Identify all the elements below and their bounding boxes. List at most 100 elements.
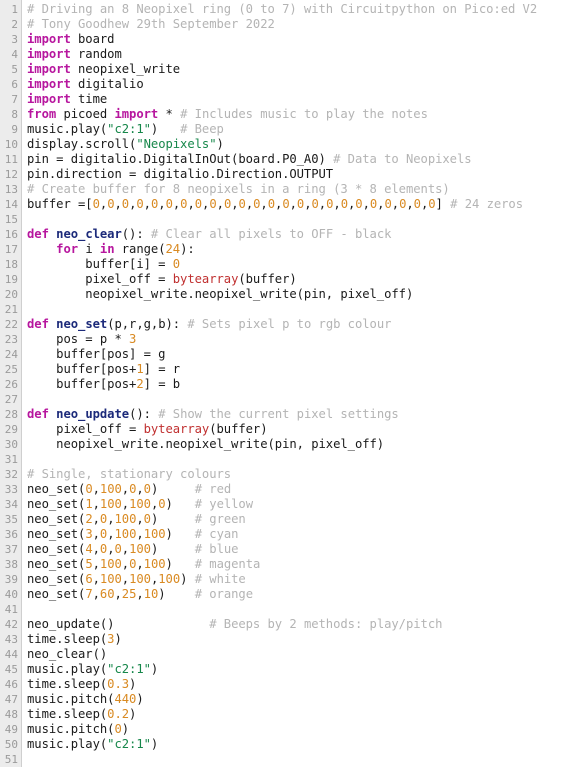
- code-editor[interactable]: 1 2 3 4 5 6 7 8 9 10 11 12 13 14 15 16 17 18 19 20 21 22 23 24 2…: [0, 0, 573, 767]
- code-line[interactable]: music.pitch(440): [27, 692, 573, 707]
- line-number: 17: [4, 243, 18, 256]
- code-line[interactable]: [27, 212, 573, 227]
- code-line[interactable]: buffer[pos] = g: [27, 347, 573, 362]
- code-token-plain: (p,r,g,b):: [107, 317, 188, 331]
- code-token-plain: ): [129, 677, 137, 691]
- code-line[interactable]: buffer[pos+2] = b: [27, 377, 573, 392]
- code-line[interactable]: neo_set(1,100,100,0) # yellow: [27, 497, 573, 512]
- code-token-num: 0.3: [107, 677, 130, 691]
- code-line[interactable]: # Single, stationary colours: [27, 467, 573, 482]
- code-token-str: "c2:1": [107, 122, 151, 136]
- code-line[interactable]: music.pitch(0): [27, 722, 573, 737]
- code-line[interactable]: import time: [27, 92, 573, 107]
- code-token-kw: import: [114, 107, 159, 121]
- code-token-kw: def: [27, 407, 49, 421]
- code-line[interactable]: display.scroll("Neopixels"): [27, 137, 573, 152]
- code-line[interactable]: [27, 392, 573, 407]
- code-line[interactable]: buffer[pos+1] = r: [27, 362, 573, 377]
- code-token-kw: import: [27, 62, 71, 76]
- code-line[interactable]: pos = p * 3: [27, 332, 573, 347]
- code-token-num: 440: [114, 692, 137, 706]
- code-token-kw: import: [27, 92, 71, 106]
- code-line[interactable]: pin = digitalio.DigitalInOut(board.P0_A0…: [27, 152, 573, 167]
- code-line[interactable]: [27, 302, 573, 317]
- code-line[interactable]: neo_clear(): [27, 647, 573, 662]
- code-token-plain: ,: [136, 557, 144, 571]
- code-token-plain: ,: [92, 557, 100, 571]
- line-number: 44: [4, 648, 18, 661]
- code-line[interactable]: buffer =[0,0,0,0,0,0,0,0,0,0,0,0,0,0,0,0…: [27, 197, 573, 212]
- line-number: 50: [4, 738, 18, 751]
- code-line[interactable]: music.play("c2:1"): [27, 737, 573, 752]
- code-token-num: 5: [85, 557, 93, 571]
- code-line[interactable]: def neo_set(p,r,g,b): # Sets pixel p to …: [27, 317, 573, 332]
- code-token-cmt: # yellow: [194, 497, 254, 511]
- code-line[interactable]: neopixel_write.neopixel_write(pin, pixel…: [27, 287, 573, 302]
- code-line[interactable]: [27, 452, 573, 467]
- code-token-plain: pixel_off =: [27, 272, 173, 286]
- code-token-num: 0: [311, 197, 319, 211]
- line-number: 28: [4, 408, 18, 421]
- code-token-plain: music.play(: [27, 122, 108, 136]
- code-line[interactable]: for i in range(24):: [27, 242, 573, 257]
- code-line[interactable]: music.play("c2:1"): [27, 662, 573, 677]
- code-line[interactable]: def neo_clear(): # Clear all pixels to O…: [27, 227, 573, 242]
- code-line[interactable]: import random: [27, 47, 573, 62]
- code-line[interactable]: neo_update() # Beeps by 2 methods: play/…: [27, 617, 573, 632]
- code-line[interactable]: # Driving an 8 Neopixel ring (0 to 7) wi…: [27, 2, 573, 17]
- code-line[interactable]: music.play("c2:1") # Beep: [27, 122, 573, 137]
- code-token-kw: import: [27, 32, 71, 46]
- code-token-num: 0: [114, 722, 122, 736]
- code-line[interactable]: neo_set(0,100,0,0) # red: [27, 482, 573, 497]
- code-line[interactable]: pixel_off = bytearray(buffer): [27, 422, 573, 437]
- code-token-str: "c2:1": [107, 662, 151, 676]
- code-line[interactable]: [27, 602, 573, 617]
- code-token-num: 0: [143, 482, 151, 496]
- code-token-plain: ,: [136, 512, 144, 526]
- code-token-plain: ): [150, 737, 159, 751]
- code-line[interactable]: neo_set(6,100,100,100) # white: [27, 572, 573, 587]
- line-number: 30: [4, 438, 18, 451]
- code-token-plain: ,: [121, 557, 130, 571]
- code-token-cmt: # white: [194, 572, 246, 586]
- code-line[interactable]: import neopixel_write: [27, 62, 573, 77]
- code-line[interactable]: pin.direction = digitalio.Direction.OUTP…: [27, 167, 573, 182]
- code-line[interactable]: time.sleep(0.2): [27, 707, 573, 722]
- code-text-area[interactable]: # Driving an 8 Neopixel ring (0 to 7) wi…: [22, 0, 573, 767]
- code-line[interactable]: buffer[i] = 0: [27, 257, 573, 272]
- code-token-plain: music.pitch(: [27, 722, 115, 736]
- code-line[interactable]: [27, 752, 573, 767]
- code-token-cmt: # Beep: [180, 122, 224, 136]
- code-line[interactable]: neo_set(5,100,0,100) # magenta: [27, 557, 573, 572]
- code-token-plain: ():: [121, 227, 151, 241]
- line-number: 15: [4, 213, 18, 226]
- code-token-plain: ,: [114, 587, 122, 601]
- code-line[interactable]: neo_set(3,0,100,100) # cyan: [27, 527, 573, 542]
- code-line[interactable]: neopixel_write.neopixel_write(pin, pixel…: [27, 437, 573, 452]
- code-line[interactable]: # Tony Goodhew 29th September 2022: [27, 17, 573, 32]
- code-token-plain: picoed: [56, 107, 115, 121]
- code-line[interactable]: def neo_update(): # Show the current pix…: [27, 407, 573, 422]
- line-number: 13: [4, 183, 18, 196]
- code-line[interactable]: neo_set(4,0,0,100) # blue: [27, 542, 573, 557]
- code-token-plain: ,: [289, 197, 297, 211]
- code-token-num: 0: [267, 197, 276, 211]
- code-line[interactable]: time.sleep(3): [27, 632, 573, 647]
- code-token-plain: ,: [92, 527, 100, 541]
- line-number: 24: [4, 348, 18, 361]
- code-token-plain: ): [129, 707, 137, 721]
- code-line[interactable]: neo_set(2,0,100,0) # green: [27, 512, 573, 527]
- code-line[interactable]: import digitalio: [27, 77, 573, 92]
- line-number: 51: [4, 753, 18, 766]
- code-line[interactable]: import board: [27, 32, 573, 47]
- code-line[interactable]: # Create buffer for 8 neopixels in a rin…: [27, 182, 573, 197]
- code-token-num: 4: [85, 542, 93, 556]
- code-token-plain: neo_set(: [27, 497, 86, 511]
- code-line[interactable]: time.sleep(0.3): [27, 677, 573, 692]
- code-line[interactable]: from picoed import * # Includes music to…: [27, 107, 573, 122]
- code-token-plain: ,: [92, 482, 100, 496]
- code-token-plain: neo_set(: [27, 557, 86, 571]
- code-line[interactable]: neo_set(7,60,25,10) # orange: [27, 587, 573, 602]
- code-line[interactable]: pixel_off = bytearray(buffer): [27, 272, 573, 287]
- code-token-num: 6: [85, 572, 93, 586]
